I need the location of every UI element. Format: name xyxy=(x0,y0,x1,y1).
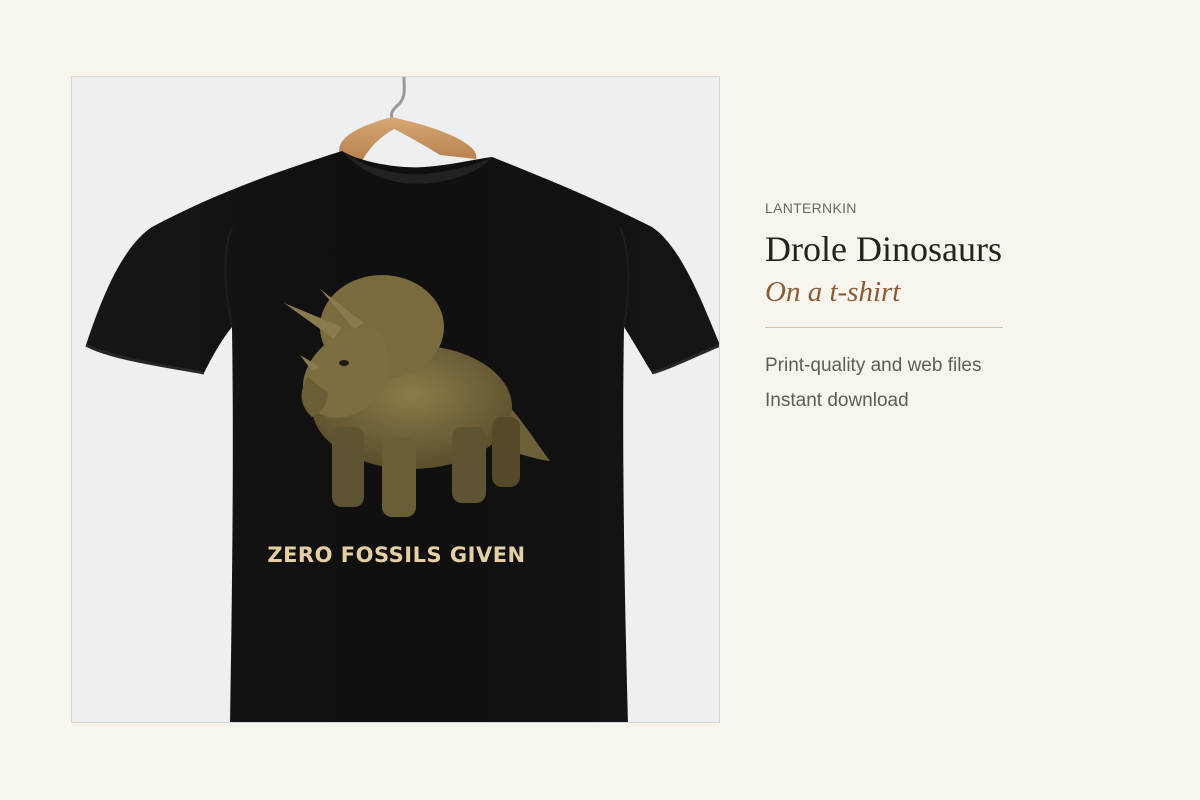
product-title: Drole Dinosaurs xyxy=(765,229,1002,269)
feature-item: Print-quality and web files xyxy=(765,355,982,376)
shirt-slogan: ZERO FOSSILS GIVEN xyxy=(267,543,526,567)
feature-item: Instant download xyxy=(765,390,909,411)
product-info: LANTERNKIN Drole Dinosaurs On a t-shirt … xyxy=(765,200,1165,418)
wooden-hanger xyxy=(339,117,477,161)
feature-list: Print-quality and web files Instant down… xyxy=(765,348,1165,418)
tshirt-mockup xyxy=(85,77,719,722)
product-photo: ZERO FOSSILS GIVEN xyxy=(71,76,720,723)
product-subtitle: On a t-shirt xyxy=(765,276,901,308)
hanger-hook xyxy=(390,77,406,120)
divider xyxy=(765,327,1003,328)
brand-name: LANTERNKIN xyxy=(765,200,857,216)
